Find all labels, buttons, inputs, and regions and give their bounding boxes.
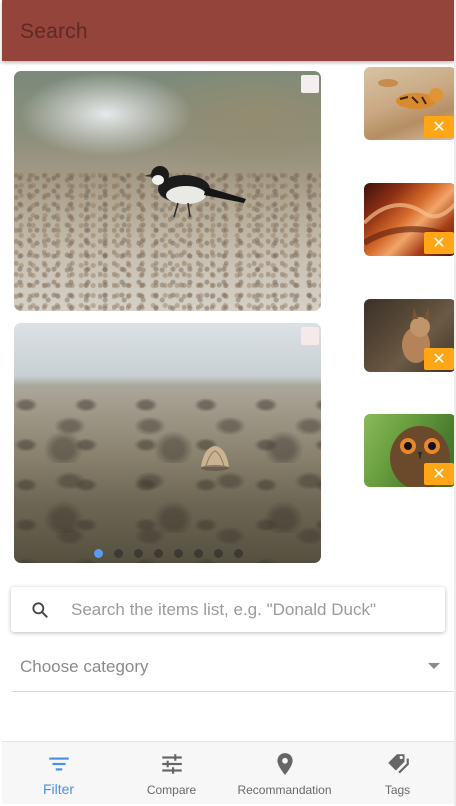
location-pin-icon [276, 753, 293, 775]
page-title: Search [20, 20, 88, 43]
category-select[interactable]: Choose category [11, 648, 454, 692]
select-checkbox[interactable] [301, 327, 319, 345]
image-texture [14, 393, 321, 563]
category-placeholder: Choose category [20, 657, 149, 676]
selected-thumb-canyon[interactable]: ✕ [364, 183, 456, 256]
remove-button[interactable]: ✕ [424, 463, 454, 485]
app-header: Search [2, 0, 454, 61]
nav-item-compare[interactable]: Compare [115, 742, 228, 804]
page-dot[interactable] [134, 548, 143, 558]
nav-label: Tags [384, 783, 411, 797]
shell-illustration [201, 446, 229, 471]
search-bar[interactable] [11, 587, 445, 632]
app: Search ✕ ✕ ✕ ✕ Search the items list, e.… [0, 0, 456, 806]
bird-illustration [144, 166, 246, 218]
search-input[interactable] [71, 598, 431, 622]
bottom-navigation: Filter Compare Recommandation Tags [2, 741, 454, 804]
remove-button[interactable]: ✕ [424, 116, 454, 138]
gallery-image-shell[interactable] [14, 323, 321, 563]
carousel-pagination [94, 545, 243, 561]
nav-item-tags[interactable]: Tags [341, 742, 454, 804]
search-icon [32, 602, 48, 618]
nav-label: Compare [146, 783, 197, 797]
page-dot[interactable] [174, 548, 183, 558]
nav-item-filter[interactable]: Filter [2, 742, 115, 804]
tags-icon [387, 754, 409, 774]
page-dot[interactable] [234, 548, 243, 558]
selected-thumb-tiger[interactable]: ✕ [364, 67, 456, 140]
page-dot[interactable] [154, 548, 163, 558]
selected-thumb-owl[interactable]: ✕ [364, 414, 456, 487]
page-dot[interactable] [114, 548, 123, 558]
chevron-down-icon [428, 663, 440, 669]
page-dot-active[interactable] [94, 548, 103, 558]
page-dot[interactable] [214, 548, 223, 558]
gallery-image-bird[interactable] [14, 71, 321, 311]
sliders-icon [161, 754, 182, 774]
nav-item-recommandation[interactable]: Recommandation [228, 742, 341, 804]
filter-icon [48, 757, 69, 771]
nav-label: Filter [42, 781, 75, 797]
select-checkbox[interactable] [301, 75, 319, 93]
page-dot[interactable] [194, 548, 203, 558]
nav-label: Recommandation [237, 783, 332, 797]
remove-button[interactable]: ✕ [424, 232, 454, 254]
selected-thumb-lynx[interactable]: ✕ [364, 299, 456, 372]
remove-button[interactable]: ✕ [424, 348, 454, 370]
